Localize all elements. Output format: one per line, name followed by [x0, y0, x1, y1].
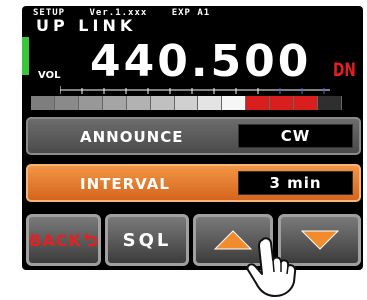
announce-label: ANNOUNCE: [80, 128, 184, 146]
meter-segment: [270, 96, 295, 110]
meter-segment: [198, 96, 223, 110]
exp-label: EXP A1: [171, 8, 211, 18]
meter-segment: [31, 96, 55, 110]
back-arrow-icon: [83, 233, 98, 247]
scale-ticks: [60, 86, 330, 94]
signal-meter: [31, 96, 342, 110]
uplink-mode-label: UP LINK: [36, 16, 137, 35]
meter-segment: [78, 96, 103, 110]
announce-row[interactable]: ANNOUNCE CW: [26, 117, 361, 155]
announce-value: CW: [238, 124, 353, 148]
back-label: BACK: [29, 230, 82, 250]
meter-segment: [102, 96, 127, 110]
meter-segment: [150, 96, 175, 110]
interval-row[interactable]: INTERVAL 3 min: [26, 164, 361, 202]
interval-value: 3 min: [238, 171, 353, 195]
meter-segment: [54, 96, 79, 110]
vol-label: VOL: [38, 70, 61, 81]
sql-button[interactable]: SQL: [105, 214, 189, 266]
volume-level-bar: [22, 37, 29, 75]
direction-indicator: DN: [333, 59, 356, 81]
meter-segment: [126, 96, 151, 110]
meter-segment: [246, 96, 271, 110]
back-button[interactable]: BACK: [26, 214, 101, 266]
sql-label: SQL: [122, 229, 172, 251]
meter-segment: [294, 96, 319, 110]
frequency-display: 440.500: [90, 36, 312, 87]
meter-segment: [174, 96, 199, 110]
pointing-hand-icon: [246, 237, 297, 297]
meter-segment: [318, 96, 342, 110]
meter-segment: [222, 96, 247, 110]
interval-label: INTERVAL: [80, 175, 170, 193]
